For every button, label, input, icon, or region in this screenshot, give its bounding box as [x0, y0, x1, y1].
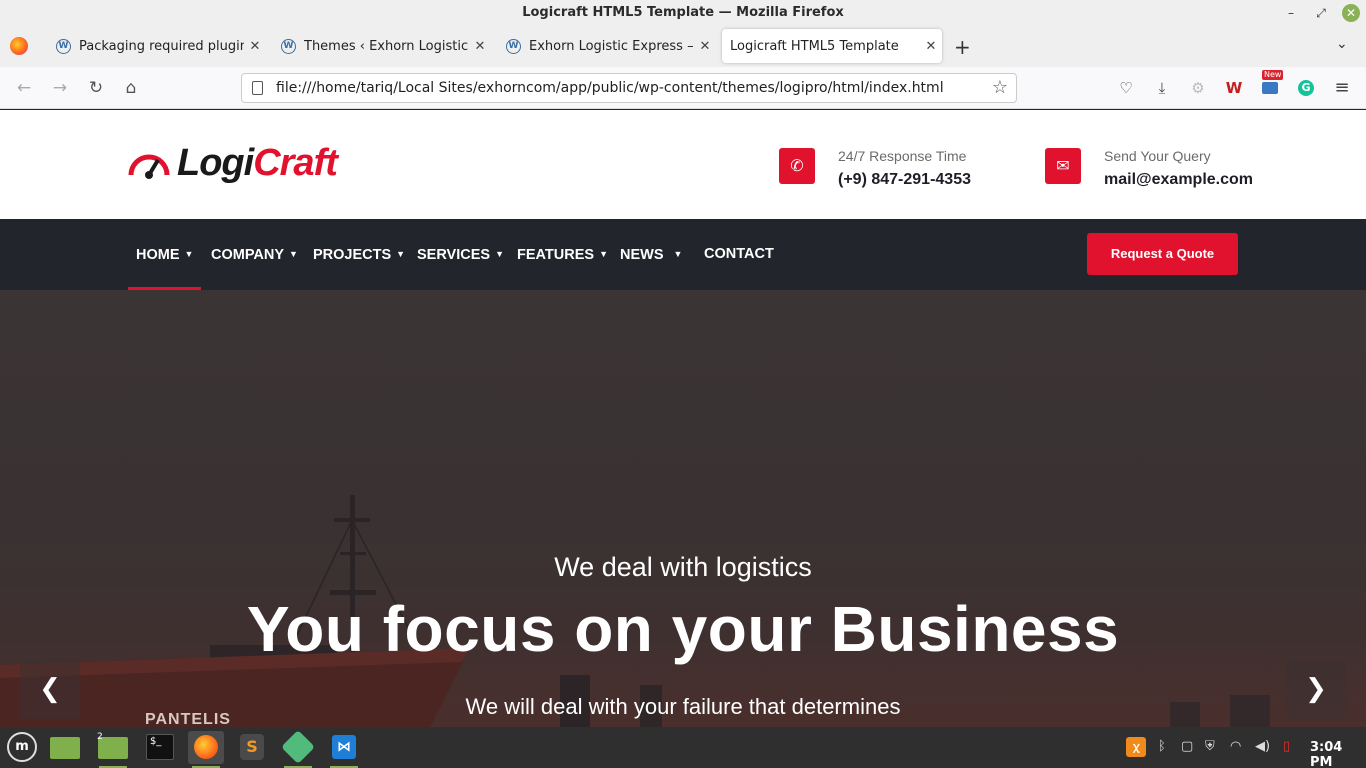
terminal-icon[interactable]: $_ [142, 731, 178, 764]
menu-item-projects[interactable]: PROJECTS ▼ [305, 219, 413, 290]
extension-puzzle-icon[interactable]: ⚙ [1187, 77, 1209, 99]
mint-menu-icon[interactable]: m [4, 731, 40, 764]
menu-item-contact[interactable]: CONTACT [696, 219, 782, 290]
menu-item-news[interactable]: NEWS ▼ [612, 219, 690, 290]
grammarly-icon[interactable]: G [1295, 77, 1317, 99]
bluetooth-icon[interactable]: ᛒ [1158, 739, 1166, 754]
maximize-button[interactable]: ⤢ [1312, 4, 1330, 22]
chevron-down-icon: ▼ [673, 249, 683, 259]
extension-window-icon [1262, 82, 1278, 94]
page-icon [252, 81, 263, 95]
wordpress-icon: W [56, 38, 71, 54]
shield-icon[interactable]: ⛨ [1205, 739, 1215, 754]
menu-item-home[interactable]: HOME ▼ [128, 219, 202, 290]
window-count-badge: 2 [97, 732, 103, 742]
address-bar[interactable]: file:///home/tariq/Local Sites/exhorncom… [241, 73, 1017, 103]
volume-icon[interactable]: ◀) [1255, 739, 1270, 754]
hamburger-menu-icon[interactable]: ≡ [1331, 77, 1353, 99]
email-address[interactable]: mail@example.com [1104, 171, 1253, 189]
chevron-down-icon: ▼ [495, 249, 504, 259]
send-query-label: Send Your Query [1104, 148, 1211, 164]
local-wp-icon[interactable] [280, 730, 316, 768]
close-tab-icon[interactable]: ✕ [920, 39, 942, 54]
forward-arrow-icon[interactable]: → [48, 76, 72, 100]
request-quote-button[interactable]: Request a Quote [1087, 233, 1238, 275]
hero-kicker: We deal with logistics [554, 552, 812, 582]
firefox-taskbar-icon[interactable] [188, 731, 224, 768]
url-text: file:///home/tariq/Local Sites/exhorncom… [276, 80, 944, 96]
tab-strip: W Packaging required plugins ✕ W Themes … [0, 27, 1366, 67]
menu-item-features[interactable]: FEATURES ▼ [509, 219, 616, 290]
chevron-right-icon: ❯ [1305, 674, 1327, 704]
tab-themes[interactable]: W Themes ‹ Exhorn Logistic Ex ✕ [273, 29, 491, 63]
xampp-tray-icon[interactable]: ꭓ [1126, 737, 1146, 757]
reload-icon[interactable]: ↻ [84, 76, 108, 100]
bookmark-star-icon[interactable]: ☆ [992, 77, 1008, 98]
list-tabs-chevron-icon[interactable]: ⌄ [1336, 36, 1348, 52]
minimize-button[interactable]: – [1282, 4, 1300, 22]
wifi-icon[interactable]: ◠ [1230, 739, 1241, 754]
slider-next-button[interactable]: ❯ [1286, 659, 1346, 719]
envelope-icon: ✉ [1045, 148, 1081, 184]
hero-title: You focus on your Business [246, 593, 1120, 665]
menu-item-services[interactable]: SERVICES ▼ [409, 219, 512, 290]
close-tab-icon[interactable]: ✕ [469, 39, 491, 54]
close-tab-icon[interactable]: ✕ [694, 39, 716, 54]
menu-item-company[interactable]: COMPANY ▼ [203, 219, 306, 290]
chevron-down-icon: ▼ [289, 249, 298, 259]
new-badge: New [1262, 70, 1284, 80]
chevron-down-icon: ▼ [599, 249, 608, 259]
chevron-down-icon: ▼ [396, 249, 406, 259]
navigation-toolbar: ← → ↻ ⌂ file:///home/tariq/Local Sites/e… [0, 67, 1366, 109]
vscode-icon[interactable]: ⋈ [326, 731, 362, 768]
close-window-button[interactable]: ✕ [1342, 4, 1360, 22]
wordpress-icon: W [281, 38, 296, 54]
new-tab-button[interactable]: + [954, 35, 971, 59]
hero-subtitle: We will deal with your failure that dete… [465, 694, 901, 719]
response-time-label: 24/7 Response Time [838, 148, 967, 164]
extension-new-icon[interactable]: New [1259, 70, 1284, 99]
tab-exhorn-express[interactable]: W Exhorn Logistic Express – Be ✕ [498, 29, 716, 63]
phone-number[interactable]: (+9) 847-291-4353 [838, 171, 971, 189]
os-taskbar: m 2 $_ S ⋈ ꭓ ᛒ ▢ ⛨ ◠ ◀) ▯ 3:04 PM [0, 727, 1366, 768]
wappalyzer-icon[interactable]: W [1223, 77, 1245, 99]
back-arrow-icon[interactable]: ← [12, 76, 36, 100]
wordpress-icon: W [506, 38, 521, 54]
slider-prev-button[interactable]: ❮ [20, 659, 80, 719]
sublime-text-icon[interactable]: S [234, 731, 270, 764]
main-menu: HOME ▼ COMPANY ▼ PROJECTS ▼ SERVICES ▼ FEATU… [0, 219, 1366, 290]
files-folder-icon[interactable] [47, 731, 83, 764]
tab-logicraft[interactable]: Logicraft HTML5 Template ✕ [722, 29, 942, 63]
home-icon[interactable]: ⌂ [119, 76, 143, 100]
speedometer-logo-icon [128, 154, 170, 179]
hero-slider: PANTELIS We deal with logistics You focu… [0, 290, 1366, 727]
battery-icon[interactable]: ▯ [1283, 739, 1290, 754]
files-folder-open-icon[interactable]: 2 [95, 731, 131, 768]
phone-icon: ✆ [779, 148, 815, 184]
clipboard-icon[interactable]: ▢ [1181, 739, 1193, 754]
tab-packaging-plugins[interactable]: W Packaging required plugins ✕ [48, 29, 266, 63]
logo[interactable]: LogiCraft [127, 142, 338, 185]
downloads-icon[interactable]: ⤓ [1151, 77, 1173, 99]
chevron-left-icon: ❮ [39, 674, 61, 704]
window-title: Logicraft HTML5 Template — Mozilla Firef… [522, 5, 844, 20]
chevron-down-icon: ▼ [184, 249, 194, 259]
window-titlebar: Logicraft HTML5 Template — Mozilla Firef… [0, 0, 1366, 27]
close-tab-icon[interactable]: ✕ [244, 39, 266, 54]
logo-text: LogiCraft [177, 142, 338, 184]
pocket-icon[interactable]: ♡ [1115, 77, 1137, 99]
clock[interactable]: 3:04 PM [1310, 740, 1366, 768]
site-header: LogiCraft ✆ 24/7 Response Time (+9) 847-… [0, 110, 1366, 219]
firefox-menu-icon[interactable] [10, 37, 28, 55]
